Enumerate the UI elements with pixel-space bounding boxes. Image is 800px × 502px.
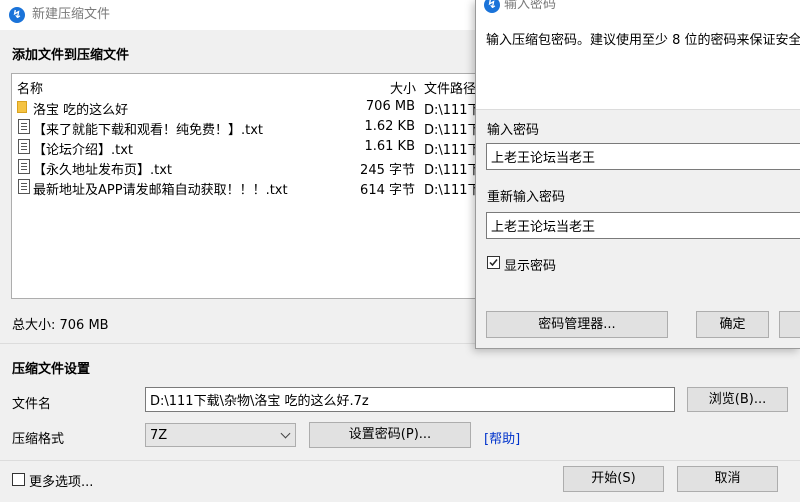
- password-dialog: ↯ 输入密码 输入压缩包密码。建议使用至少 8 位的密码来保证安全性 输入密码 …: [475, 0, 800, 349]
- confirm-password-input[interactable]: 上老王论坛当老王: [486, 212, 800, 239]
- dialog-description: 输入压缩包密码。建议使用至少 8 位的密码来保证安全性: [486, 33, 800, 48]
- chevron-down-icon: [280, 428, 291, 439]
- file-size: 614 字节: [360, 183, 415, 198]
- dialog-title: 输入密码: [504, 0, 557, 12]
- list-item[interactable]: 【论坛介绍】.txt 1.61 KB D:\111下: [12, 137, 490, 158]
- dialog-title-bar: ↯ 输入密码: [476, 0, 800, 14]
- password-label: 输入密码: [487, 123, 540, 138]
- total-size: 总大小: 706 MB: [12, 318, 109, 333]
- list-item[interactable]: 【来了就能下载和观看！纯免费！】.txt 1.62 KB D:\111下: [12, 117, 490, 138]
- cancel-button[interactable]: 取消: [677, 466, 778, 492]
- checkmark-icon: [489, 259, 498, 267]
- text-file-icon: [18, 139, 30, 154]
- file-path: D:\111下: [424, 123, 481, 138]
- text-file-icon: [18, 179, 30, 194]
- file-name: 洛宝 吃的这么好: [33, 103, 129, 118]
- window-title: 新建压缩文件: [32, 7, 111, 22]
- file-size: 706 MB: [365, 99, 415, 114]
- settings-heading: 压缩文件设置: [12, 362, 91, 377]
- format-select[interactable]: 7Z: [145, 423, 296, 447]
- column-name-header[interactable]: 名称: [17, 78, 43, 97]
- start-button[interactable]: 开始(S): [563, 466, 664, 492]
- text-file-icon: [18, 119, 30, 134]
- text-file-icon: [18, 159, 30, 174]
- file-name: 【永久地址发布页】.txt: [33, 163, 173, 178]
- show-password-label[interactable]: 显示密码: [504, 255, 556, 274]
- file-size: 1.62 KB: [364, 119, 415, 134]
- format-label: 压缩格式: [12, 432, 65, 447]
- browse-button[interactable]: 浏览(B)...: [687, 387, 788, 412]
- dialog-description-area: 输入压缩包密码。建议使用至少 8 位的密码来保证安全性: [476, 14, 800, 110]
- filename-label: 文件名: [12, 397, 52, 412]
- file-path: D:\111下: [424, 143, 481, 158]
- format-value: 7Z: [150, 427, 168, 443]
- file-name: 【来了就能下载和观看！纯免费！】.txt: [33, 123, 264, 138]
- file-list[interactable]: 名称 大小 文件路径 洛宝 吃的这么好 706 MB D:\111下 【来了就能…: [11, 73, 491, 299]
- file-path: D:\111下: [424, 183, 481, 198]
- password-manager-button[interactable]: 密码管理器...: [486, 311, 668, 338]
- password-input[interactable]: 上老王论坛当老王: [486, 143, 800, 170]
- list-item[interactable]: 最新地址及APP请发邮箱自动获取！！！.txt 614 字节 D:\111下: [12, 177, 490, 198]
- confirm-password-label: 重新输入密码: [487, 190, 566, 205]
- app-logo-icon: ↯: [9, 7, 25, 23]
- file-size: 1.61 KB: [364, 139, 415, 154]
- help-link[interactable]: [帮助]: [484, 428, 520, 447]
- list-item[interactable]: 洛宝 吃的这么好 706 MB D:\111下: [12, 97, 490, 118]
- add-files-heading: 添加文件到压缩文件: [12, 48, 130, 63]
- filename-input[interactable]: D:\111下载\杂物\洛宝 吃的这么好.7z: [145, 387, 675, 412]
- file-size: 245 字节: [360, 163, 415, 178]
- column-path-header[interactable]: 文件路径: [424, 78, 476, 97]
- list-header: 名称 大小 文件路径: [12, 74, 490, 98]
- more-options-checkbox[interactable]: [12, 473, 25, 486]
- file-path: D:\111下: [424, 103, 481, 118]
- file-name: 最新地址及APP请发邮箱自动获取！！！.txt: [33, 183, 288, 198]
- dialog-cancel-button[interactable]: [779, 311, 800, 338]
- app-logo-icon: ↯: [484, 0, 500, 13]
- set-password-button[interactable]: 设置密码(P)...: [309, 422, 471, 448]
- file-name: 【论坛介绍】.txt: [33, 143, 134, 158]
- show-password-checkbox[interactable]: [487, 256, 500, 269]
- column-size-header[interactable]: 大小: [390, 78, 416, 97]
- divider: [0, 460, 800, 461]
- more-options-label[interactable]: 更多选项...: [29, 471, 93, 490]
- folder-icon: [17, 101, 27, 113]
- file-path: D:\111下: [424, 163, 481, 178]
- list-item[interactable]: 【永久地址发布页】.txt 245 字节 D:\111下: [12, 157, 490, 178]
- ok-button[interactable]: 确定: [696, 311, 769, 338]
